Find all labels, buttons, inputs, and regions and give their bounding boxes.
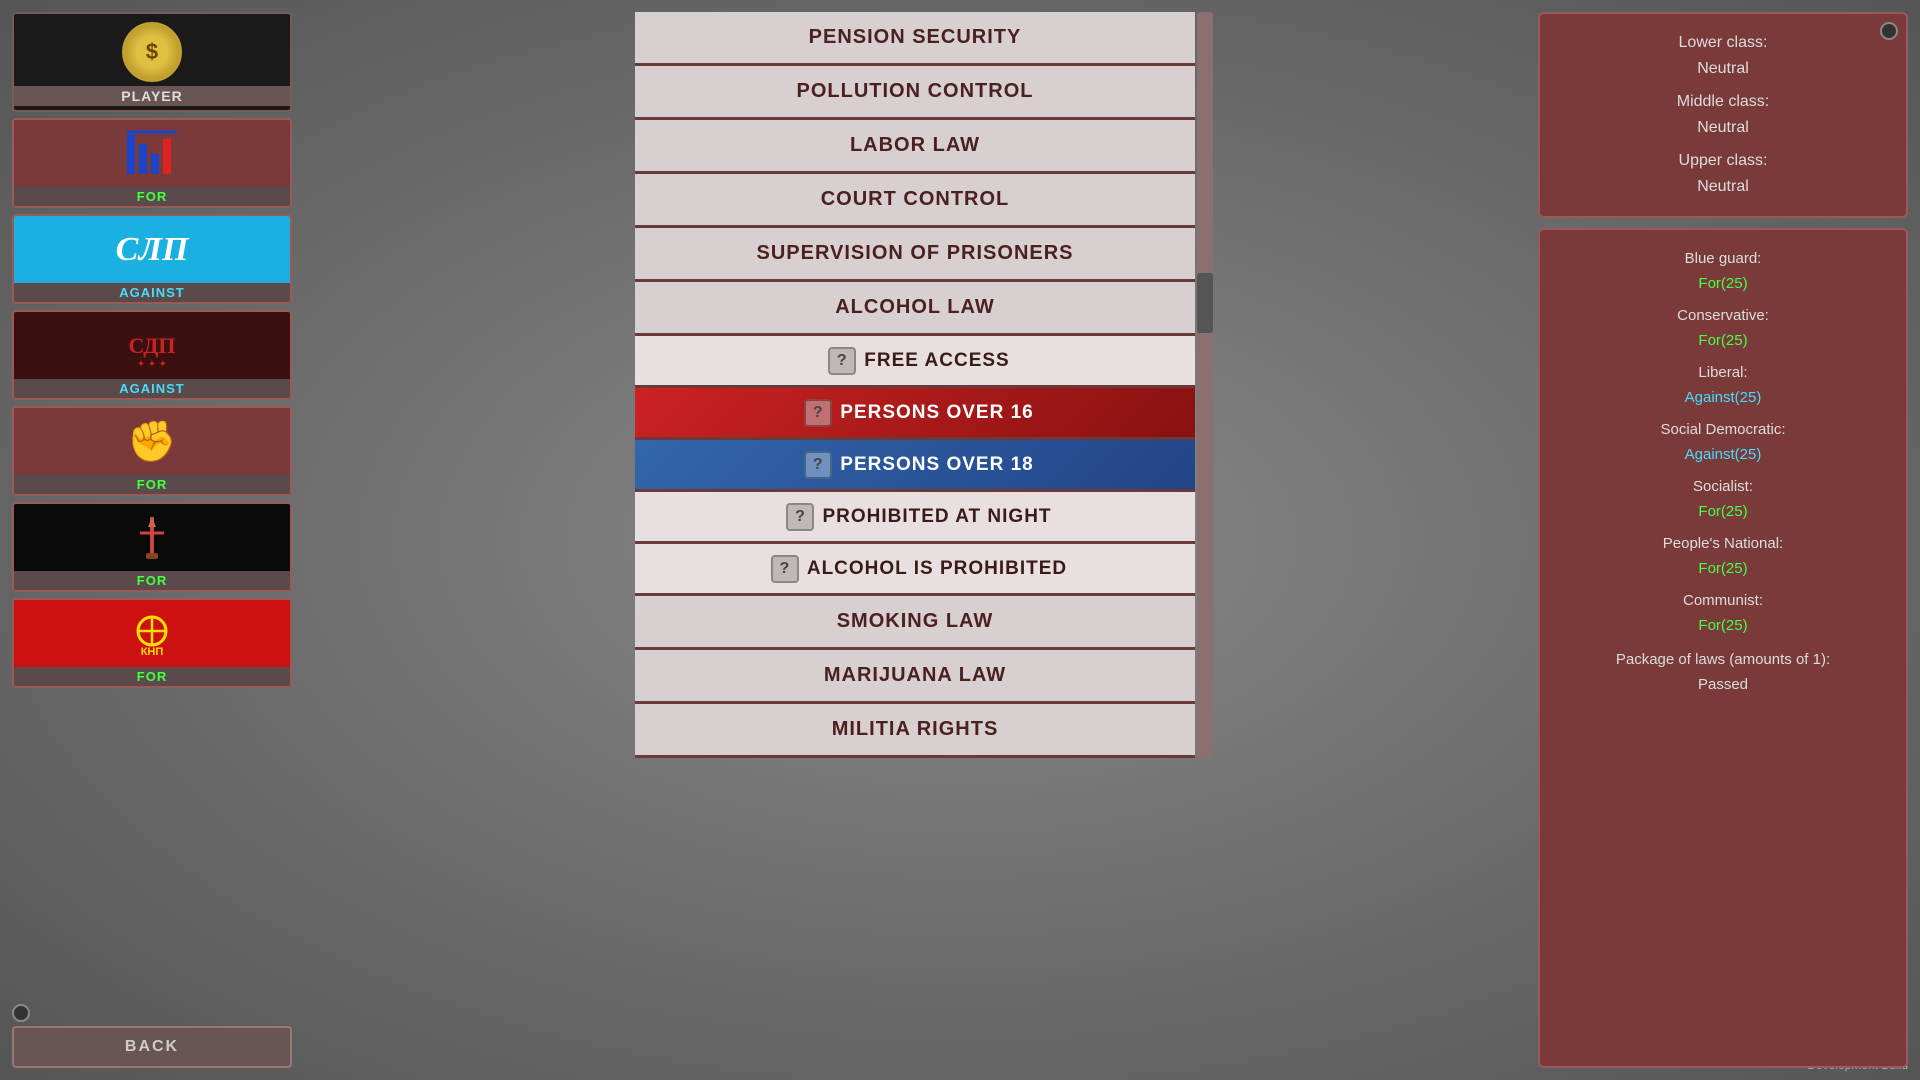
- law-item-court[interactable]: COURT CONTROL: [635, 174, 1195, 228]
- vote-communist: Communist: For(25): [1560, 588, 1886, 639]
- law-item-free-access[interactable]: ? FREE ACCESS: [635, 336, 1195, 388]
- player-label: PLAYER: [14, 86, 290, 106]
- law-list: PENSION SECURITY POLLUTION CONTROL LABOR…: [635, 12, 1195, 758]
- record-dot-right: [1880, 22, 1898, 40]
- party-card-2[interactable]: СЛП AGAINST: [12, 214, 292, 304]
- vote-liberal: Liberal: Against(25): [1560, 360, 1886, 411]
- left-panel: $ PLAYER FOR СЛП AGAINST: [12, 12, 292, 1068]
- vote-socialist: Socialist: For(25): [1560, 474, 1886, 525]
- center-panel: PENSION SECURITY POLLUTION CONTROL LABOR…: [292, 12, 1538, 1068]
- party-stance-4: FOR: [14, 475, 290, 494]
- party-card-5[interactable]: FOR: [12, 502, 292, 592]
- vote-package: Package of laws (amounts of 1): Passed: [1560, 647, 1886, 698]
- law-item-labor[interactable]: LABOR LAW: [635, 120, 1195, 174]
- law-item-pension[interactable]: PENSION SECURITY: [635, 12, 1195, 66]
- law-item-supervision[interactable]: SUPERVISION OF PRISONERS: [635, 228, 1195, 282]
- vote-peoples-national: People's National: For(25): [1560, 531, 1886, 582]
- back-section: BACK: [12, 996, 292, 1068]
- law-item-alcohol[interactable]: ALCOHOL LAW: [635, 282, 1195, 336]
- party-logo-area-1: [14, 120, 290, 187]
- law-item-persons-18[interactable]: ? PERSONS OVER 18: [635, 440, 1195, 492]
- party-vote-box: Blue guard: For(25) Conservative: For(25…: [1538, 228, 1908, 1068]
- party-logo-area-4: ✊: [14, 408, 290, 475]
- right-panel: Lower class: Neutral Middle class: Neutr…: [1538, 12, 1908, 1068]
- party-stance-3: AGAINST: [14, 379, 290, 398]
- party-logo-area-6: КНП: [14, 600, 290, 667]
- law-item-alcohol-prohibited[interactable]: ? ALCOHOL IS PROHIBITED: [635, 544, 1195, 596]
- vote-conservative: Conservative: For(25): [1560, 303, 1886, 354]
- law-item-prohibited-night[interactable]: ? PROHIBITED AT NIGHT: [635, 492, 1195, 544]
- party-logo-area-3: СДП ✦ ✦ ✦: [14, 312, 290, 379]
- party-card-1[interactable]: FOR: [12, 118, 292, 208]
- lower-class-line: Lower class: Neutral: [1560, 30, 1886, 81]
- question-badge-18: ?: [804, 451, 832, 479]
- question-badge-16: ?: [804, 399, 832, 427]
- party-logo-area-2: СЛП: [14, 216, 290, 283]
- svg-text:СДП: СДП: [128, 333, 175, 358]
- party-stance-6: FOR: [14, 667, 290, 686]
- upper-class-line: Upper class: Neutral: [1560, 148, 1886, 199]
- scroll-track[interactable]: [1197, 12, 1213, 758]
- party-card-4[interactable]: ✊ FOR: [12, 406, 292, 496]
- svg-text:КНП: КНП: [141, 646, 164, 658]
- question-badge-alc-prohib: ?: [771, 555, 799, 583]
- law-item-marijuana[interactable]: MARIJUANA LAW: [635, 650, 1195, 704]
- class-reaction-box: Lower class: Neutral Middle class: Neutr…: [1538, 12, 1908, 218]
- party-logo-area-5: [14, 504, 290, 571]
- record-dot-left: [12, 1004, 30, 1022]
- law-item-pollution[interactable]: POLLUTION CONTROL: [635, 66, 1195, 120]
- middle-class-line: Middle class: Neutral: [1560, 89, 1886, 140]
- vote-social-democratic: Social Democratic: Against(25): [1560, 417, 1886, 468]
- svg-text:✦ ✦ ✦: ✦ ✦ ✦: [137, 359, 167, 370]
- scroll-thumb: [1197, 273, 1213, 333]
- party-card-3[interactable]: СДП ✦ ✦ ✦ AGAINST: [12, 310, 292, 400]
- law-item-smoking[interactable]: SMOKING LAW: [635, 596, 1195, 650]
- law-item-persons-16[interactable]: ? PERSONS OVER 16: [635, 388, 1195, 440]
- vote-blue-guard: Blue guard: For(25): [1560, 246, 1886, 297]
- party-card-6[interactable]: КНП FOR: [12, 598, 292, 688]
- question-badge-night: ?: [786, 503, 814, 531]
- party-stance-2: AGAINST: [14, 283, 290, 302]
- player-coin: $: [122, 22, 182, 82]
- player-box: $ PLAYER: [12, 12, 292, 112]
- main-container: $ PLAYER FOR СЛП AGAINST: [0, 0, 1920, 1080]
- party-stance-1: FOR: [14, 187, 290, 206]
- back-button[interactable]: BACK: [12, 1026, 292, 1068]
- party-stance-5: FOR: [14, 571, 290, 590]
- law-item-militia[interactable]: MILITIA RIGHTS: [635, 704, 1195, 758]
- question-badge-free: ?: [828, 347, 856, 375]
